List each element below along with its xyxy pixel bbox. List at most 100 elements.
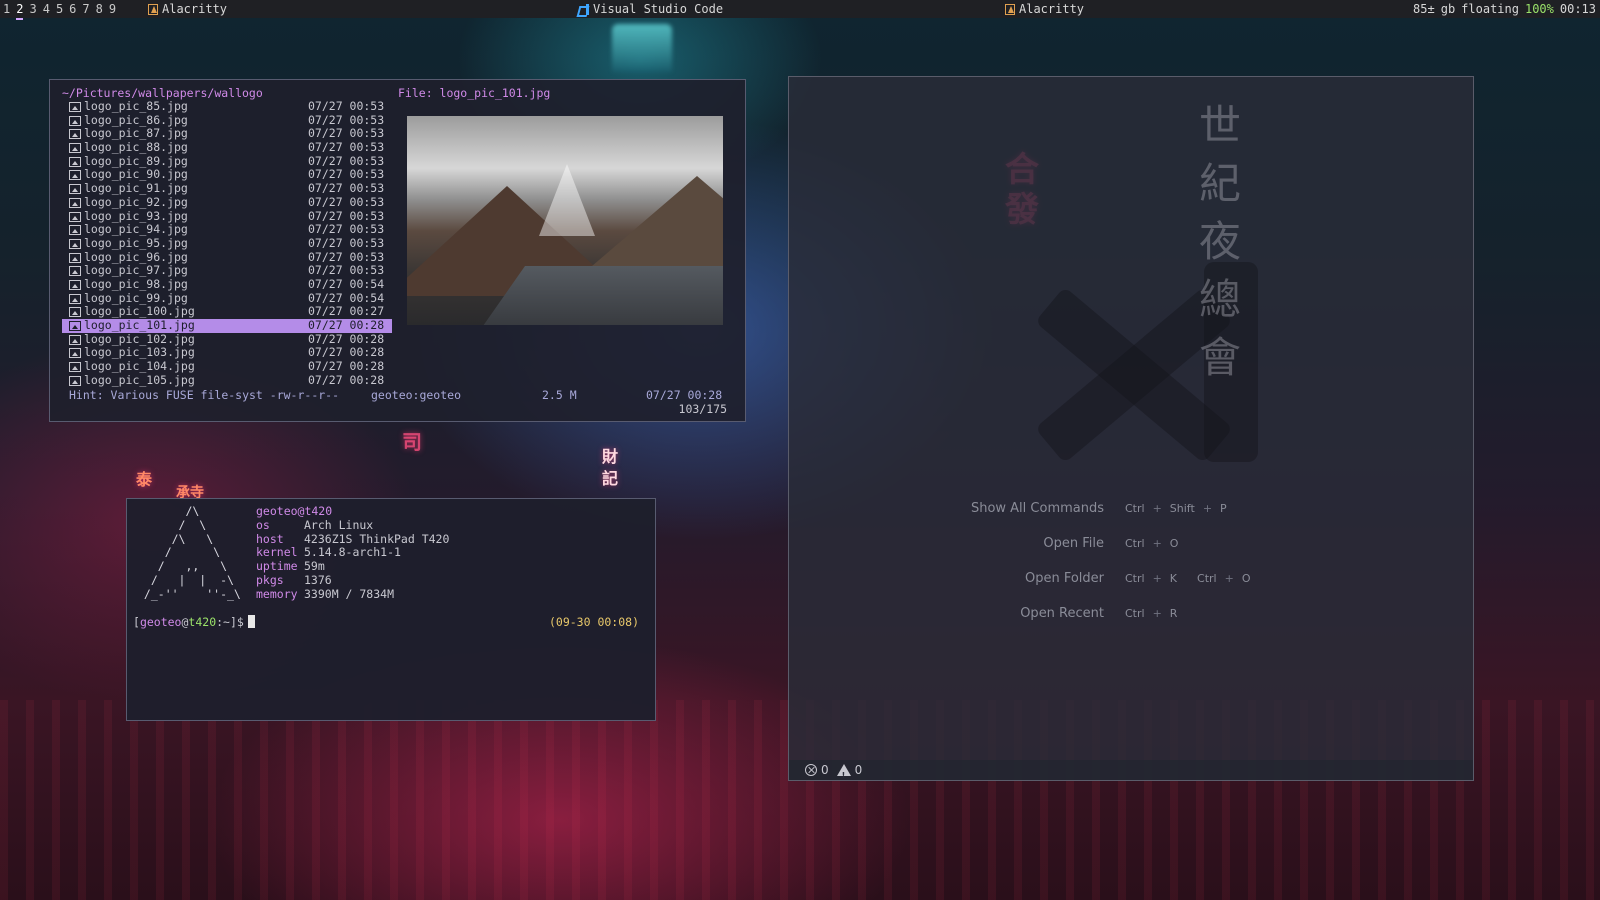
text-cursor[interactable] [247,615,255,628]
workspace-2[interactable]: 2 [16,0,24,20]
file-date: 07/27 00:28 [308,331,385,346]
image-file-icon [69,184,81,195]
file-name: logo_pic_92.jpg [84,194,188,209]
prompt-clock: (09-30 00:08) [548,615,639,629]
info-value: 4236Z1S ThinkPad T420 [304,531,450,546]
file-date: 07/27 00:53 [308,181,385,196]
window-title-alacritty-1[interactable]: Alacritty [148,0,227,18]
prompt-host: t420 [188,615,217,629]
file-row[interactable]: logo_pic_103.jpg 07/27 00:28 [62,346,392,360]
prompt-dir: :~]$ [216,615,244,629]
file-row[interactable]: logo_pic_100.jpg 07/27 00:27 [62,305,392,319]
file-row[interactable]: logo_pic_95.jpg 07/27 00:53 [62,235,392,251]
file-row[interactable]: logo_pic_86.jpg 07/27 00:53 [62,113,392,128]
workspace-9[interactable]: 9 [109,0,116,20]
warning-icon [836,764,851,786]
welcome-shortcuts: Show All Commands Ctrl + Shift + P Open File Ct… [889,491,1253,631]
workspace-1[interactable]: 1 [3,0,10,20]
window-title-vscode[interactable]: Visual Studio Code [578,0,723,18]
image-file-icon [69,362,81,373]
vscode-window[interactable]: 世紀夜總會 Show All Commands Ctrl + Shift + P Open … [788,76,1474,786]
info-value: 3390M / 7834M [304,586,395,601]
system-info-row: uptime 59m [256,559,449,574]
file-name: logo_pic_93.jpg [84,208,188,223]
file-name: logo_pic_88.jpg [84,140,188,155]
file-row[interactable]: logo_pic_99.jpg 07/27 00:54 [62,290,392,306]
file-row[interactable]: logo_pic_105.jpg 07/27 00:28 [62,372,392,388]
top-bar: 1 2 3 4 5 6 7 8 9 Alacritty Visual Studi… [0,0,1600,20]
vscode-status-bar[interactable]: 0 0 [789,760,1473,786]
image-file-icon [69,102,81,112]
workspace-8[interactable]: 8 [96,0,103,20]
file-name: logo_pic_98.jpg [84,276,188,291]
workspace-3[interactable]: 3 [29,0,36,20]
file-date: 07/27 00:27 [308,304,385,319]
file-row[interactable]: logo_pic_96.jpg 07/27 00:53 [62,250,392,265]
shortcut-label[interactable]: Show All Commands [889,501,1122,516]
file-list[interactable]: logo_pic_85.jpg 07/27 00:53 logo_pic_86.jp… [62,99,392,388]
file-date: 07/27 00:53 [308,153,385,168]
file-date: 07/27 00:28 [308,372,385,387]
file-row[interactable]: logo_pic_102.jpg 07/27 00:28 [62,331,392,347]
system-info-row: kernel 5.14.8-arch1-1 [256,546,449,560]
shortcut-label[interactable]: Open Recent [889,606,1122,621]
file-date: 07/27 00:53 [308,208,385,223]
shortcut-label[interactable]: Open Folder [889,571,1122,586]
workspace-5[interactable]: 5 [56,0,63,20]
workspace-4[interactable]: 4 [43,0,50,20]
file-date: 07/27 00:53 [308,194,385,209]
file-date: 07/27 00:54 [308,290,385,305]
file-row[interactable]: logo_pic_97.jpg 07/27 00:53 [62,264,392,278]
vscode-icon [578,3,589,15]
system-info-row: memory 3390M / 7834M [256,586,449,602]
shortcut-row[interactable]: Show All Commands Ctrl + Shift + P [889,491,1253,526]
image-file-icon [69,211,81,222]
terminal-window[interactable]: /\ / \ /\ \ / \ / ,, \ / | | -\ /_-'' ''… [126,498,656,721]
image-file-icon [69,197,81,208]
file-row[interactable]: logo_pic_87.jpg 07/27 00:53 [62,127,392,141]
file-row[interactable]: logo_pic_92.jpg 07/27 00:53 [62,194,392,210]
disk-status: 85± [1413,2,1435,16]
shortcut-row[interactable]: Open Folder Ctrl + K Ctrl + O [889,561,1253,596]
file-name: logo_pic_89.jpg [84,153,188,168]
image-file-icon [69,307,81,318]
file-row[interactable]: logo_pic_98.jpg 07/27 00:54 [62,276,392,292]
shortcut-label[interactable]: Open File [889,536,1122,551]
info-key: pkgs [256,572,284,587]
preview-file-label: File: logo_pic_101.jpg [398,86,551,100]
file-name: logo_pic_95.jpg [84,235,188,250]
file-row[interactable]: logo_pic_90.jpg 07/27 00:53 [62,168,392,182]
file-date: 07/27 00:54 [308,276,385,291]
info-value: Arch Linux [304,517,374,532]
warning-count[interactable]: 0 [855,760,863,780]
info-key: memory [256,586,298,601]
workspace-7[interactable]: 7 [82,0,89,20]
image-file-icon [69,321,81,331]
file-date: 07/27 00:28 [308,318,385,332]
shell-prompt[interactable]: [geoteo@t420:~]$ [133,615,255,629]
file-row[interactable]: logo_pic_94.jpg 07/27 00:53 [62,222,392,237]
workspace-6[interactable]: 6 [69,0,76,20]
shortcut-row[interactable]: Open File Ctrl + O [889,526,1253,561]
file-row[interactable]: logo_pic_89.jpg 07/27 00:53 [62,153,392,169]
wallpaper-glowing-building [612,24,672,72]
ranger-window[interactable]: ~/Pictures/wallpapers/wallogo File: logo… [49,79,746,422]
keybinding-key: R [1169,607,1178,620]
file-row-selected[interactable]: logo_pic_101.jpg 07/27 00:28 [62,318,392,333]
file-row[interactable]: logo_pic_88.jpg 07/27 00:53 [62,140,392,155]
window-title-alacritty-2[interactable]: Alacritty [1005,0,1084,18]
layout-mode[interactable]: floating [1461,0,1519,18]
info-value: 5.14.8-arch1-1 [304,545,401,560]
file-row[interactable]: logo_pic_85.jpg 07/27 00:53 [62,99,392,114]
error-count[interactable]: 0 [821,760,829,780]
file-row[interactable]: logo_pic_104.jpg 07/27 00:28 [62,359,392,374]
kanji-character: 紀 [1198,159,1241,208]
image-file-icon [69,279,81,290]
image-file-icon [69,156,81,167]
shortcut-row[interactable]: Open Recent Ctrl + R [889,596,1253,631]
kanji-character: 夜 [1198,217,1241,266]
file-row[interactable]: logo_pic_93.jpg 07/27 00:53 [62,208,392,224]
image-file-icon [69,334,81,345]
keybinding-key: Ctrl [1125,572,1145,585]
file-row[interactable]: logo_pic_91.jpg 07/27 00:53 [62,181,392,196]
